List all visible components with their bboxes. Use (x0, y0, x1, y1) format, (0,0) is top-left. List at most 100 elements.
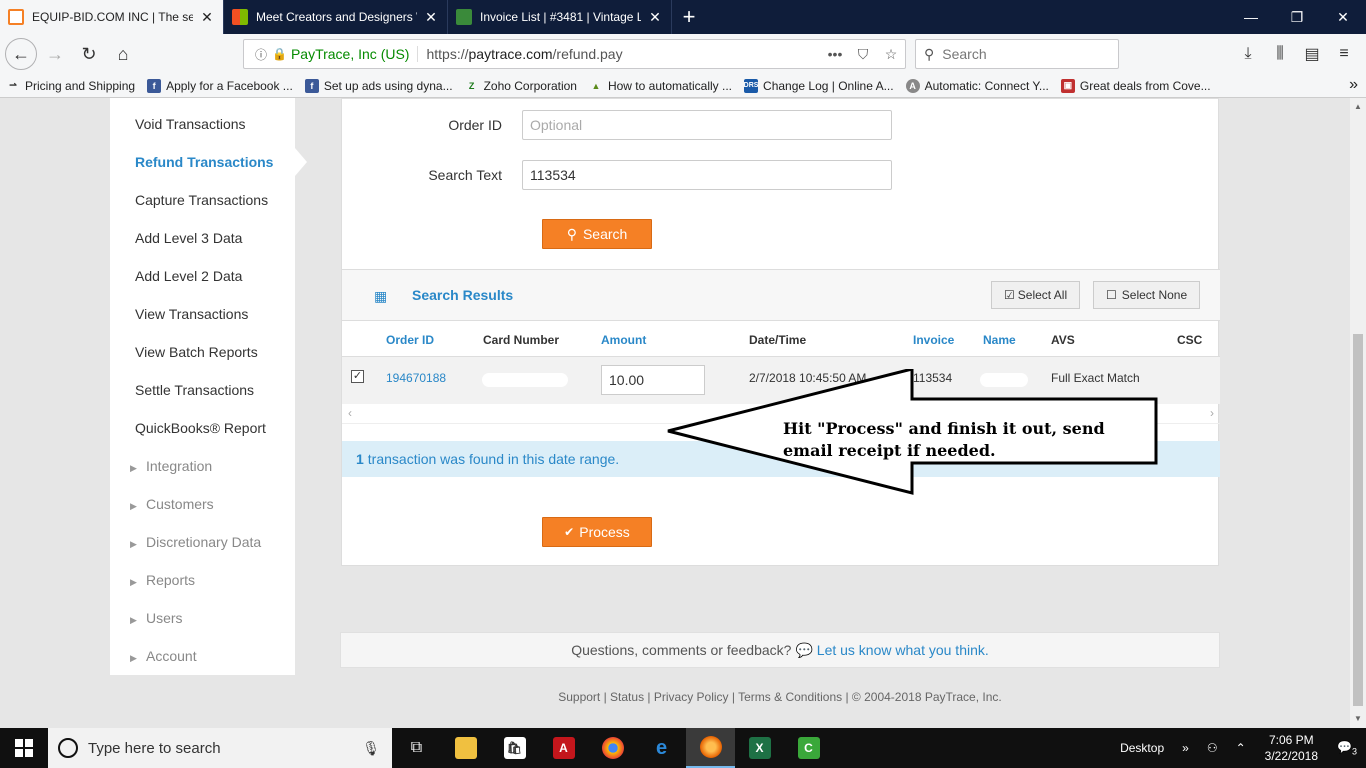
sidebar-item-add-level-2-data[interactable]: Add Level 2 Data (135, 268, 242, 284)
task-view-icon[interactable]: ⧉ (392, 728, 441, 768)
sidebar-item-void-transactions[interactable]: Void Transactions (135, 116, 246, 132)
sidebar-group-discretionary-data[interactable]: ▶ Discretionary Data (130, 534, 261, 550)
back-arrow-icon[interactable]: ← (5, 38, 37, 70)
chevron-icon[interactable]: » (1173, 741, 1198, 755)
sidebar-item-add-level-3-data[interactable]: Add Level 3 Data (135, 230, 242, 246)
search-text-input[interactable]: 113534 (522, 160, 892, 190)
bookmark-label: Great deals from Cove... (1079, 78, 1211, 93)
people-icon[interactable]: ⚇ (1198, 741, 1227, 755)
sidebar-group-customers[interactable]: ▶ Customers (130, 496, 214, 512)
bookmark-item[interactable]: f Apply for a Facebook ... (141, 78, 299, 93)
search-button[interactable]: ⚲ Search (542, 219, 652, 249)
column-invoice[interactable]: Invoice (913, 333, 954, 347)
bookmark-label: Change Log | Online A... (763, 78, 894, 93)
group-label: Integration (146, 458, 213, 474)
select-none-button[interactable]: ☐ Select None (1093, 281, 1201, 309)
firefox-icon[interactable] (686, 728, 735, 768)
desktop-toolbar[interactable]: Desktop (1111, 741, 1173, 755)
more-bookmarks-icon[interactable]: » (1349, 76, 1358, 94)
feedback-link[interactable]: 💬 Let us know what you think. (795, 642, 988, 659)
sidebar-toggle-icon[interactable]: ▤ (1296, 38, 1328, 70)
scroll-right-icon[interactable]: › (1210, 406, 1214, 420)
vertical-scrollbar[interactable]: ▲ ▼ (1350, 98, 1366, 728)
bookmark-item[interactable]: ▣ Great deals from Cove... (1055, 78, 1217, 93)
column-amount[interactable]: Amount (601, 333, 646, 347)
download-icon[interactable]: ⤓ (1232, 38, 1264, 70)
group-label: Users (146, 610, 183, 626)
library-icon[interactable]: ⫼ (1264, 38, 1296, 70)
taskbar-search-input[interactable]: Type here to search 🎙 (48, 728, 392, 768)
camtasia-icon[interactable]: C (784, 728, 833, 768)
column-name[interactable]: Name (983, 333, 1016, 347)
browser-tab-paytrace[interactable]: EQUIP-BID.COM INC | The secu ✕ (0, 0, 224, 34)
gift-icon: ▣ (1060, 78, 1075, 93)
sidebar-item-settle-transactions[interactable]: Settle Transactions (135, 382, 254, 398)
annotation-text: Hit "Process" and finish it out, send em… (783, 419, 1105, 460)
info-icon[interactable]: ⓘ (250, 46, 272, 63)
system-tray: Desktop » ⚇ ⌃ 7:06 PM 3/22/2018 💬3 (1111, 728, 1366, 768)
store-icon[interactable]: 🛍 (490, 728, 539, 768)
forward-arrow-icon[interactable]: → (39, 38, 71, 70)
sidebar-item-capture-transactions[interactable]: Capture Transactions (135, 192, 268, 208)
close-tab-icon[interactable]: ✕ (423, 9, 439, 26)
column-order-id[interactable]: Order ID (386, 333, 434, 347)
browser-tab-creators[interactable]: Meet Creators and Designers W ✕ (224, 0, 448, 34)
bookmark-item[interactable]: A Automatic: Connect Y... (900, 78, 1055, 93)
bookmark-item[interactable]: Z Zoho Corporation (459, 79, 583, 93)
order-id-input[interactable]: Optional (522, 110, 892, 140)
sidebar-item-view-batch-reports[interactable]: View Batch Reports (135, 344, 258, 360)
sidebar-group-integration[interactable]: ▶ Integration (130, 458, 212, 474)
microphone-icon[interactable]: 🎙 (362, 740, 380, 757)
url-text[interactable]: https://paytrace.com/refund.pay (418, 46, 821, 62)
sidebar-item-refund-transactions[interactable]: Refund Transactions (135, 154, 273, 170)
search-placeholder: Search (942, 46, 987, 62)
bookmark-star-icon[interactable]: ☆ (877, 46, 905, 63)
column-csc: CSC (1177, 333, 1203, 347)
scroll-up-icon[interactable]: ▲ (1350, 100, 1366, 114)
close-tab-icon[interactable]: ✕ (647, 9, 663, 26)
clock[interactable]: 7:06 PM 3/22/2018 (1255, 732, 1328, 764)
page-actions-icon[interactable]: ••• (821, 46, 849, 62)
scroll-thumb[interactable] (1353, 334, 1363, 706)
bookmark-item[interactable]: DRS Change Log | Online A... (738, 78, 900, 93)
scroll-down-icon[interactable]: ▼ (1350, 712, 1366, 726)
pocket-icon[interactable]: ⛉ (849, 46, 877, 63)
navigation-toolbar: ← → ↻ ⌂ ⓘ 🔒 PayTrace, Inc (US) https://p… (0, 34, 1366, 74)
excel-icon[interactable]: X (735, 728, 784, 768)
notifications-icon[interactable]: 💬3 (1328, 740, 1366, 756)
sidebar-item-quickbooks-report[interactable]: QuickBooks® Report (135, 420, 266, 436)
sidebar-group-account[interactable]: ▶ Account (130, 648, 197, 664)
bookmark-item[interactable]: ▲ How to automatically ... (583, 79, 738, 93)
browser-tab-invoice[interactable]: Invoice List | #3481 | Vintage Lu ✕ (448, 0, 672, 34)
process-button[interactable]: ✔ Process (542, 517, 652, 547)
row-order-id[interactable]: 194670188 (386, 371, 446, 385)
restore-icon[interactable]: ❐ (1274, 0, 1320, 34)
close-window-icon[interactable]: ✕ (1320, 0, 1366, 34)
bookmark-item[interactable]: ⇀ Pricing and Shipping (0, 79, 141, 93)
acrobat-icon[interactable]: A (539, 728, 588, 768)
footer-links[interactable]: Support | Status | Privacy Policy | Term… (340, 690, 1220, 704)
new-tab-button[interactable]: + (672, 0, 706, 34)
sidebar-group-users[interactable]: ▶ Users (130, 610, 183, 626)
close-tab-icon[interactable]: ✕ (199, 9, 215, 26)
sidebar-item-view-transactions[interactable]: View Transactions (135, 306, 248, 322)
minimize-icon[interactable]: — (1228, 0, 1274, 34)
file-explorer-icon[interactable] (441, 728, 490, 768)
select-all-button[interactable]: ☑ Select All (991, 281, 1081, 309)
address-bar[interactable]: ⓘ 🔒 PayTrace, Inc (US) https://paytrace.… (243, 39, 906, 69)
windows-start-icon[interactable] (0, 728, 48, 768)
table-header: Order ID Card Number Amount Date/Time In… (342, 321, 1220, 357)
edge-icon[interactable]: e (637, 728, 686, 768)
reload-icon[interactable]: ↻ (73, 38, 105, 70)
sidebar-group-reports[interactable]: ▶ Reports (130, 572, 195, 588)
menu-icon[interactable]: ≡ (1328, 38, 1360, 70)
show-hidden-icons[interactable]: ⌃ (1227, 741, 1255, 755)
column-date-time: Date/Time (749, 333, 807, 347)
row-checkbox[interactable]: ✓ (351, 370, 364, 383)
home-icon[interactable]: ⌂ (107, 38, 139, 70)
bookmark-item[interactable]: f Set up ads using dyna... (299, 78, 459, 93)
scroll-left-icon[interactable]: ‹ (348, 406, 352, 420)
chrome-icon[interactable] (588, 728, 637, 768)
search-button-label: Search (582, 226, 628, 242)
browser-search-input[interactable]: ⚲ Search (915, 39, 1119, 69)
